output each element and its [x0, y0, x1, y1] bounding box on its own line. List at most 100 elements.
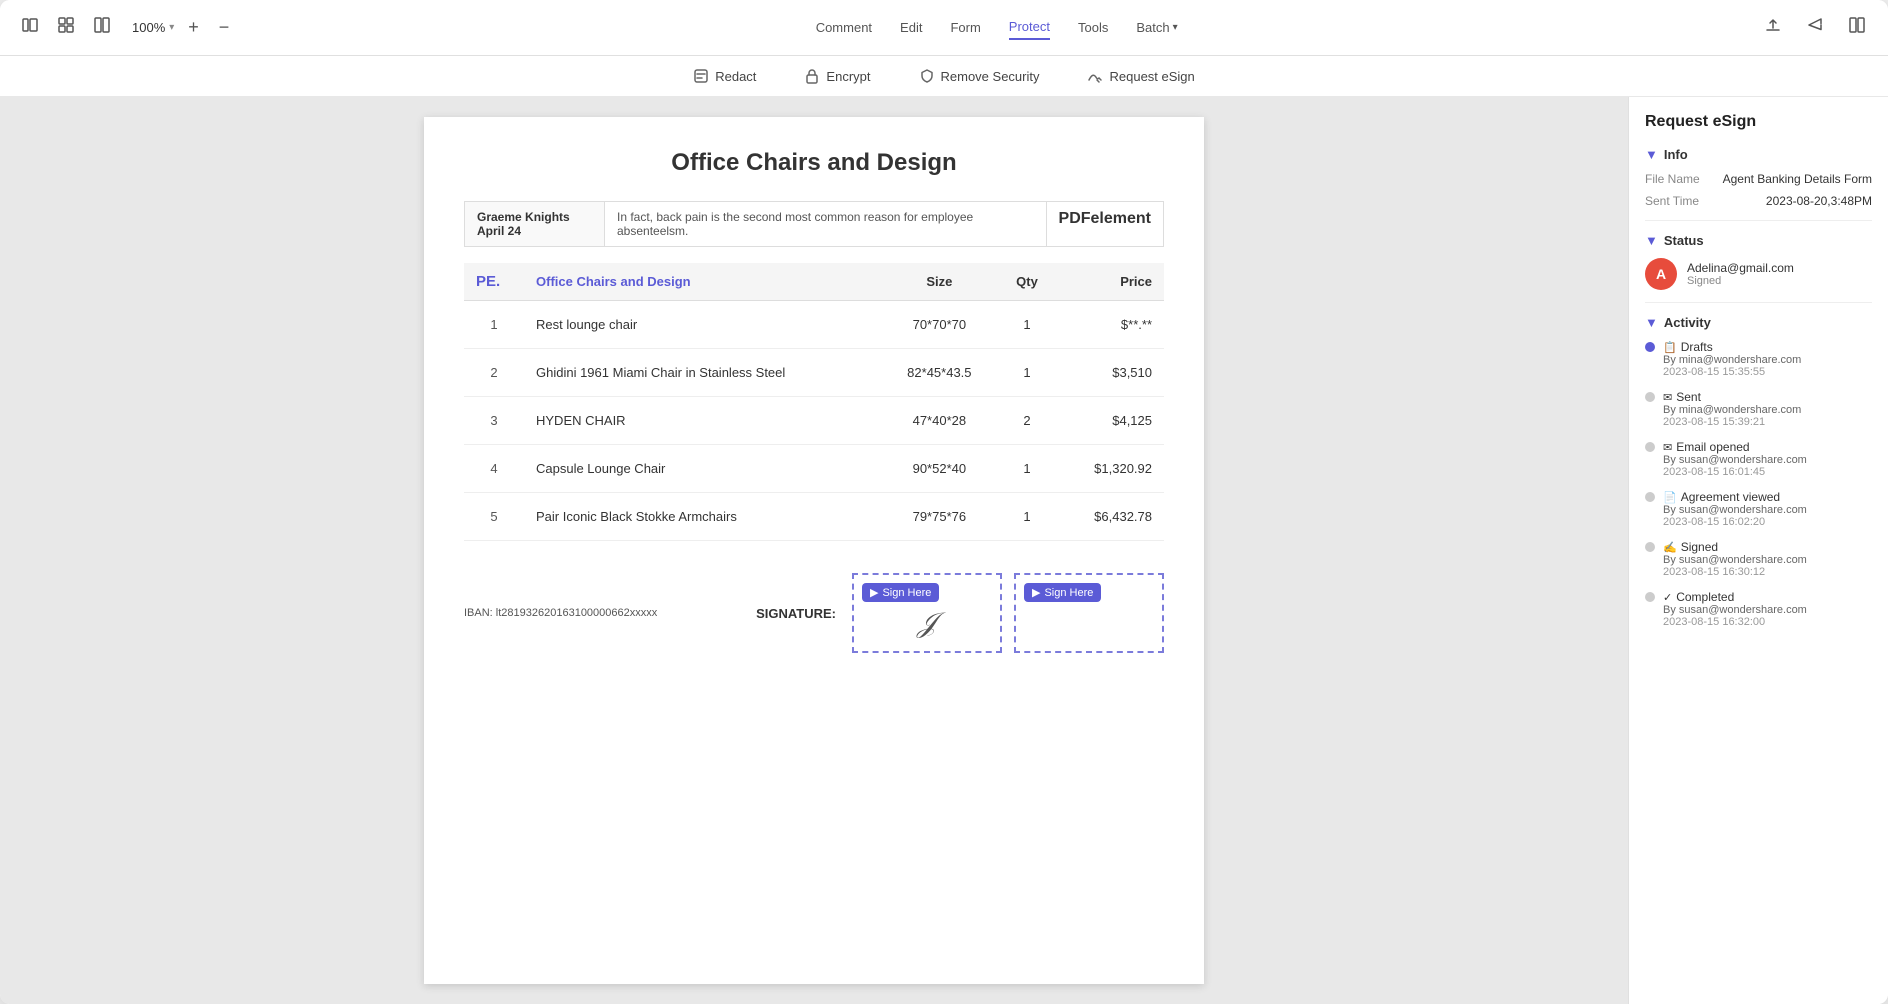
signature-area: IBAN: lt281932620163100000662xxxxx SIGNA… [464, 561, 1164, 653]
row-price: $1,320.92 [1057, 445, 1164, 493]
sign-here-button-2[interactable]: ▶ Sign Here [1024, 583, 1101, 602]
row-qty: 1 [997, 493, 1057, 541]
activity-item: ✍ Signed By susan@wondershare.com 2023-0… [1645, 540, 1872, 578]
activity-dot [1645, 492, 1655, 502]
col-header-pe: PE. [464, 263, 524, 301]
activity-item: ✓ Completed By susan@wondershare.com 202… [1645, 590, 1872, 628]
col-header-qty: Qty [997, 263, 1057, 301]
list-view-button[interactable] [88, 13, 116, 42]
file-name-row: File Name Agent Banking Details Form [1645, 172, 1872, 186]
zoom-in-button[interactable]: + [182, 13, 205, 42]
view-mode-button[interactable] [1842, 12, 1872, 43]
status-section-header[interactable]: ▼ Status [1645, 233, 1872, 248]
signature-drawing: 𝒥 [917, 607, 936, 640]
sign-here-button-1[interactable]: ▶ Sign Here [862, 583, 939, 602]
row-size: 82*45*43.5 [882, 349, 998, 397]
right-panel: Request eSign ▼ Info File Name Agent Ban… [1628, 97, 1888, 1004]
list-icon [94, 17, 110, 33]
nav-tools[interactable]: Tools [1078, 16, 1108, 39]
document-title: Office Chairs and Design [464, 149, 1164, 177]
grid-view-button[interactable] [52, 13, 80, 42]
table-row: 1 Rest lounge chair 70*70*70 1 $**.** [464, 301, 1164, 349]
upload-icon [1764, 16, 1782, 34]
activity-title: 📄 Agreement viewed [1663, 490, 1872, 504]
batch-label: Batch [1136, 20, 1169, 35]
row-num: 2 [464, 349, 524, 397]
redact-button[interactable]: Redact [685, 64, 764, 88]
activity-title: ✉ Email opened [1663, 440, 1872, 454]
row-price: $3,510 [1057, 349, 1164, 397]
grid-icon [58, 17, 74, 33]
author-cell: Graeme Knights April 24 [465, 202, 605, 247]
activity-by: By susan@wondershare.com [1663, 554, 1872, 566]
status-section-label: Status [1664, 233, 1704, 248]
activity-dot [1645, 542, 1655, 552]
signer-info: Adelina@gmail.com Signed [1687, 261, 1794, 287]
sign-box-2: ▶ Sign Here [1014, 573, 1164, 653]
table-row: 5 Pair Iconic Black Stokke Armchairs 79*… [464, 493, 1164, 541]
activity-item: ✉ Email opened By susan@wondershare.com … [1645, 440, 1872, 478]
file-name-label: File Name [1645, 172, 1700, 186]
nav-form[interactable]: Form [950, 16, 980, 39]
redact-icon [693, 68, 709, 84]
row-price: $**.** [1057, 301, 1164, 349]
activity-list: 📋 Drafts By mina@wondershare.com 2023-08… [1645, 340, 1872, 628]
row-name: Pair Iconic Black Stokke Armchairs [524, 493, 882, 541]
nav-batch[interactable]: Batch ▾ [1136, 16, 1177, 39]
sent-time-label: Sent Time [1645, 194, 1699, 208]
activity-item: 📄 Agreement viewed By susan@wondershare.… [1645, 490, 1872, 528]
activity-content: 📄 Agreement viewed By susan@wondershare.… [1663, 490, 1872, 528]
signer-email: Adelina@gmail.com [1687, 261, 1794, 275]
share-button[interactable] [1800, 12, 1830, 43]
activity-dot [1645, 392, 1655, 402]
pdf-page: Office Chairs and Design Graeme Knights … [424, 117, 1204, 984]
activity-by: By susan@wondershare.com [1663, 454, 1872, 466]
sent-time-value: 2023-08-20,3:48PM [1766, 194, 1872, 208]
activity-content: 📋 Drafts By mina@wondershare.com 2023-08… [1663, 340, 1872, 378]
sidebar-toggle-button[interactable] [16, 13, 44, 42]
encrypt-button[interactable]: Encrypt [796, 64, 878, 88]
info-section-label: Info [1664, 147, 1688, 162]
activity-icon: ✉ [1663, 391, 1672, 404]
activity-icon: ✉ [1663, 441, 1672, 454]
row-name: Capsule Lounge Chair [524, 445, 882, 493]
row-price: $6,432.78 [1057, 493, 1164, 541]
info-section-header[interactable]: ▼ Info [1645, 147, 1872, 162]
zoom-chevron-icon: ▾ [169, 22, 174, 33]
row-name: HYDEN CHAIR [524, 397, 882, 445]
brand-cell: PDFelement [1046, 202, 1163, 247]
main-content: Office Chairs and Design Graeme Knights … [0, 97, 1888, 1004]
panel-title: Request eSign [1645, 113, 1872, 131]
nav-edit[interactable]: Edit [900, 16, 922, 39]
share-icon [1806, 16, 1824, 34]
row-num: 1 [464, 301, 524, 349]
activity-item: ✉ Sent By mina@wondershare.com 2023-08-1… [1645, 390, 1872, 428]
row-num: 5 [464, 493, 524, 541]
toolbar-left: 100% ▾ + − [16, 13, 235, 42]
view-mode-icon [1848, 16, 1866, 34]
activity-dot [1645, 342, 1655, 352]
main-toolbar: 100% ▾ + − Comment Edit Form Protect Too… [0, 0, 1888, 56]
table-row: 2 Ghidini 1961 Miami Chair in Stainless … [464, 349, 1164, 397]
nav-protect[interactable]: Protect [1009, 15, 1050, 40]
col-header-size: Size [882, 263, 998, 301]
activity-by: By susan@wondershare.com [1663, 504, 1872, 516]
row-size: 70*70*70 [882, 301, 998, 349]
upload-button[interactable] [1758, 12, 1788, 43]
activity-content: ✓ Completed By susan@wondershare.com 202… [1663, 590, 1872, 628]
iban-text: IBAN: lt281932620163100000662xxxxx [464, 607, 756, 619]
activity-section-header[interactable]: ▼ Activity [1645, 315, 1872, 330]
row-size: 79*75*76 [882, 493, 998, 541]
info-arrow-icon: ▼ [1645, 147, 1658, 162]
signature-label: SIGNATURE: [756, 606, 836, 621]
remove-security-button[interactable]: Remove Security [911, 64, 1048, 88]
activity-time: 2023-08-15 15:35:55 [1663, 366, 1872, 378]
zoom-out-button[interactable]: − [213, 13, 236, 42]
toolbar-right [1758, 12, 1872, 43]
pdf-area[interactable]: Office Chairs and Design Graeme Knights … [0, 97, 1628, 1004]
request-esign-button[interactable]: Request eSign [1079, 64, 1202, 88]
activity-by: By mina@wondershare.com [1663, 354, 1872, 366]
batch-chevron-icon: ▾ [1173, 22, 1178, 33]
nav-comment[interactable]: Comment [816, 16, 872, 39]
activity-icon: 📋 [1663, 341, 1677, 354]
